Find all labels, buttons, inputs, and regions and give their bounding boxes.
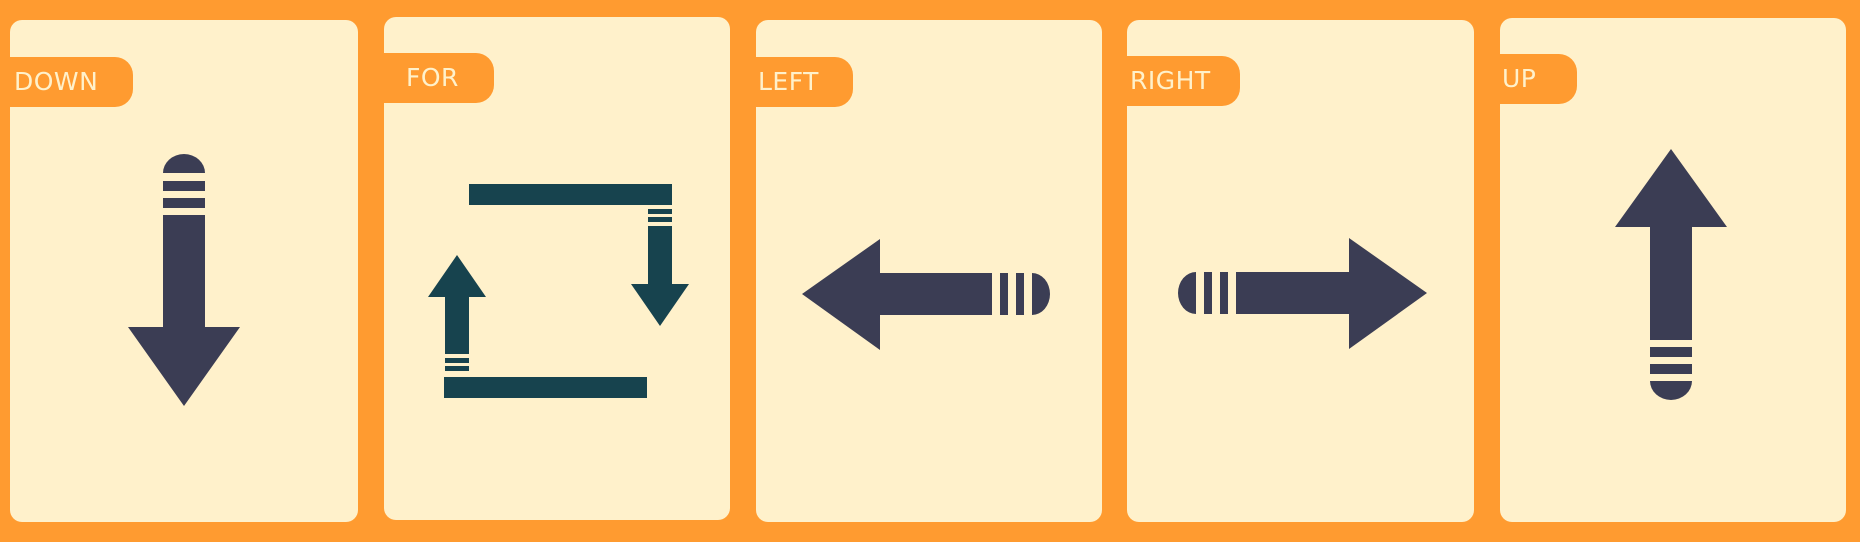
card-right[interactable]: RIGHT bbox=[1116, 0, 1488, 542]
card-for[interactable]: FOR bbox=[372, 0, 744, 542]
card-down[interactable]: DOWN bbox=[0, 0, 372, 542]
card-right-label: RIGHT bbox=[1116, 56, 1240, 106]
card-up[interactable]: UP bbox=[1488, 0, 1860, 542]
card-left-label: LEFT bbox=[744, 57, 853, 107]
command-card-strip: DOWN FOR LEFT RIGHT UP bbox=[0, 0, 1860, 542]
card-left[interactable]: LEFT bbox=[744, 0, 1116, 542]
card-for-label: FOR bbox=[372, 53, 494, 103]
card-up-label: UP bbox=[1488, 54, 1577, 104]
card-down-label: DOWN bbox=[0, 57, 133, 107]
